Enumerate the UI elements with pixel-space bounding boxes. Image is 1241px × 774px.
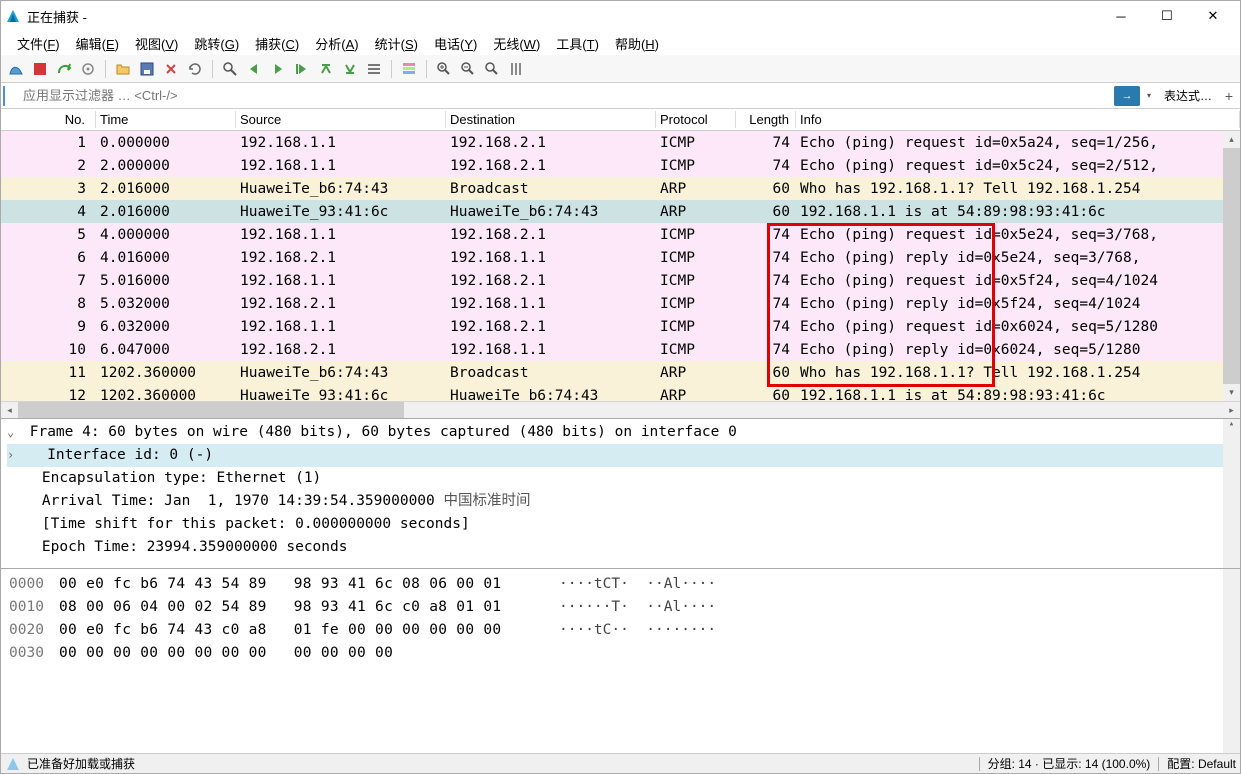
col-time[interactable]: Time [96, 111, 236, 128]
open-file-icon[interactable] [112, 58, 134, 80]
save-icon[interactable] [136, 58, 158, 80]
menu-item[interactable]: 无线(W) [485, 32, 548, 55]
status-left: 已准备好加载或捕获 [27, 755, 971, 772]
go-forward-icon[interactable] [267, 58, 289, 80]
col-destination[interactable]: Destination [446, 111, 656, 128]
toolbar-separator [212, 60, 213, 78]
col-source[interactable]: Source [236, 111, 446, 128]
menu-bar: 文件(F)编辑(E)视图(V)跳转(G)捕获(C)分析(A)统计(S)电话(Y)… [1, 31, 1240, 55]
restart-icon[interactable] [53, 58, 75, 80]
packet-list-pane: No. Time Source Destination Protocol Len… [1, 109, 1240, 419]
maximize-button[interactable]: ☐ [1144, 1, 1190, 31]
add-filter-button[interactable]: + [1220, 88, 1238, 104]
scroll-up-icon[interactable]: ▴ [1223, 131, 1240, 148]
stop-button[interactable] [29, 58, 51, 80]
menu-item[interactable]: 工具(T) [548, 32, 607, 55]
hex-scrollbar[interactable] [1223, 569, 1240, 753]
toolbar-separator [105, 60, 106, 78]
window-title: 正在捕获 - [27, 7, 1098, 26]
resize-columns-icon[interactable] [505, 58, 527, 80]
packet-row[interactable]: 64.016000192.168.2.1192.168.1.1ICMP74Ech… [1, 246, 1240, 269]
packet-row[interactable]: 42.016000HuaweiTe_93:41:6cHuaweiTe_b6:74… [1, 200, 1240, 223]
find-icon[interactable] [219, 58, 241, 80]
zoom-reset-icon[interactable] [481, 58, 503, 80]
status-packets: 分组: 14 · 已显示: 14 (100.0%) [988, 755, 1151, 772]
hex-row[interactable]: 000000 e0 fc b6 74 43 54 89 98 93 41 6c … [9, 573, 1232, 596]
auto-scroll-icon[interactable] [363, 58, 385, 80]
packet-row[interactable]: 106.047000192.168.2.1192.168.1.1ICMP74Ec… [1, 338, 1240, 361]
menu-item[interactable]: 捕获(C) [247, 32, 307, 55]
menu-item[interactable]: 跳转(G) [186, 32, 247, 55]
col-info[interactable]: Info [796, 111, 1240, 128]
app-window: 正在捕获 - ─ ☐ ✕ 文件(F)编辑(E)视图(V)跳转(G)捕获(C)分析… [0, 0, 1241, 774]
go-last-icon[interactable] [339, 58, 361, 80]
status-bar: 已准备好加载或捕获 分组: 14 · 已显示: 14 (100.0%) 配置: … [1, 753, 1240, 773]
col-no[interactable]: No. [1, 111, 96, 128]
details-arrival-line[interactable]: Arrival Time: Jan 1, 1970 14:39:54.35900… [7, 490, 1234, 513]
details-frame-line[interactable]: Frame 4: 60 bytes on wire (480 bits), 60… [7, 421, 1234, 444]
col-length[interactable]: Length [736, 111, 796, 128]
filter-bar: → ▾ 表达式… + [1, 83, 1240, 109]
zoom-out-icon[interactable] [457, 58, 479, 80]
colorize-icon[interactable] [398, 58, 420, 80]
filter-dropdown-icon[interactable]: ▾ [1142, 86, 1156, 106]
status-profile: 配置: Default [1167, 755, 1236, 772]
display-filter-input[interactable] [19, 86, 1114, 105]
details-timeshift-line[interactable]: [Time shift for this packet: 0.000000000… [7, 513, 1234, 536]
packet-row[interactable]: 22.000000192.168.1.1192.168.2.1ICMP74Ech… [1, 154, 1240, 177]
col-protocol[interactable]: Protocol [656, 111, 736, 128]
menu-item[interactable]: 统计(S) [367, 32, 426, 55]
details-epoch-line[interactable]: Epoch Time: 23994.359000000 seconds [7, 536, 1234, 559]
hex-row[interactable]: 001008 00 06 04 00 02 54 89 98 93 41 6c … [9, 596, 1232, 619]
menu-item[interactable]: 分析(A) [307, 32, 366, 55]
menu-item[interactable]: 电话(Y) [426, 32, 485, 55]
packet-row[interactable]: 96.032000192.168.1.1192.168.2.1ICMP74Ech… [1, 315, 1240, 338]
menu-item[interactable]: 帮助(H) [607, 32, 667, 55]
app-icon [5, 8, 21, 24]
vertical-scrollbar[interactable]: ▴ ▾ [1223, 131, 1240, 401]
reload-icon[interactable] [184, 58, 206, 80]
zoom-in-icon[interactable] [433, 58, 455, 80]
go-to-packet-icon[interactable] [291, 58, 313, 80]
details-scrollbar[interactable]: ▴ [1223, 419, 1240, 568]
toolbar [1, 55, 1240, 83]
status-icon [5, 756, 21, 772]
shark-fin-icon[interactable] [5, 58, 27, 80]
filter-bookmark-icon[interactable] [3, 86, 17, 106]
scroll-left-icon[interactable]: ◂ [1, 402, 18, 419]
title-bar: 正在捕获 - ─ ☐ ✕ [1, 1, 1240, 31]
packet-row[interactable]: 75.016000192.168.1.1192.168.2.1ICMP74Ech… [1, 269, 1240, 292]
packet-row[interactable]: 121202.360000HuaweiTe_93:41:6cHuaweiTe_b… [1, 384, 1240, 401]
packet-details-pane[interactable]: Frame 4: 60 bytes on wire (480 bits), 60… [1, 419, 1240, 569]
window-controls: ─ ☐ ✕ [1098, 1, 1236, 31]
expression-button[interactable]: 表达式… [1158, 87, 1218, 104]
packet-row[interactable]: 85.032000192.168.2.1192.168.1.1ICMP74Ech… [1, 292, 1240, 315]
go-first-icon[interactable] [315, 58, 337, 80]
toolbar-separator [391, 60, 392, 78]
apply-filter-button[interactable]: → [1114, 86, 1140, 106]
toolbar-separator [426, 60, 427, 78]
packet-row[interactable]: 111202.360000HuaweiTe_b6:74:43BroadcastA… [1, 361, 1240, 384]
menu-item[interactable]: 编辑(E) [68, 32, 127, 55]
details-encap-line[interactable]: Encapsulation type: Ethernet (1) [7, 467, 1234, 490]
hex-dump-pane[interactable]: 000000 e0 fc b6 74 43 54 89 98 93 41 6c … [1, 569, 1240, 753]
close-button[interactable]: ✕ [1190, 1, 1236, 31]
options-icon[interactable] [77, 58, 99, 80]
packet-list-body[interactable]: 10.000000192.168.1.1192.168.2.1ICMP74Ech… [1, 131, 1240, 401]
go-back-icon[interactable] [243, 58, 265, 80]
scroll-down-icon[interactable]: ▾ [1223, 384, 1240, 401]
hex-row[interactable]: 003000 00 00 00 00 00 00 00 00 00 00 00 [9, 642, 1232, 665]
packet-row[interactable]: 10.000000192.168.1.1192.168.2.1ICMP74Ech… [1, 131, 1240, 154]
packet-row[interactable]: 54.000000192.168.1.1192.168.2.1ICMP74Ech… [1, 223, 1240, 246]
details-interface-line[interactable]: Interface id: 0 (-) [7, 444, 1234, 467]
scroll-right-icon[interactable]: ▸ [1223, 402, 1240, 419]
hex-row[interactable]: 002000 e0 fc b6 74 43 c0 a8 01 fe 00 00 … [9, 619, 1232, 642]
packet-row[interactable]: 32.016000HuaweiTe_b6:74:43BroadcastARP60… [1, 177, 1240, 200]
close-file-icon[interactable] [160, 58, 182, 80]
minimize-button[interactable]: ─ [1098, 1, 1144, 31]
menu-item[interactable]: 文件(F) [9, 32, 68, 55]
packet-list-header[interactable]: No. Time Source Destination Protocol Len… [1, 109, 1240, 131]
menu-item[interactable]: 视图(V) [127, 32, 186, 55]
horizontal-scrollbar[interactable]: ◂ ▸ [1, 401, 1240, 418]
